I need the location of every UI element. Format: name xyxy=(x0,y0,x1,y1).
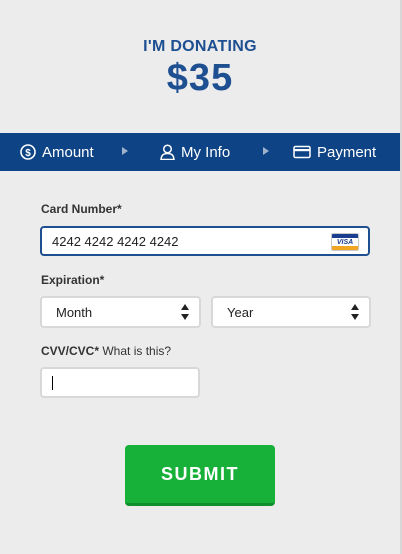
card-number-label: Card Number* xyxy=(41,202,122,216)
text-cursor xyxy=(52,376,53,390)
cvv-help-link[interactable]: What is this? xyxy=(102,344,171,358)
visa-card-icon: VISA xyxy=(331,233,359,251)
step-amount-label: Amount xyxy=(42,143,94,161)
step-my-info-label: My Info xyxy=(181,143,231,161)
donation-heading: I'M DONATING xyxy=(143,38,257,55)
dollar-circle-icon: $ xyxy=(20,144,36,160)
step-my-info[interactable]: My Info xyxy=(160,144,230,161)
month-value: Month xyxy=(56,305,93,320)
step-separator-icon xyxy=(263,147,269,155)
expiration-year-select[interactable]: Year xyxy=(211,296,371,328)
select-arrows-icon xyxy=(181,304,190,320)
step-separator-icon xyxy=(122,147,128,155)
cvv-input[interactable] xyxy=(40,367,200,398)
card-number-input[interactable]: 4242 4242 4242 4242 VISA xyxy=(40,226,370,256)
credit-card-icon xyxy=(293,145,311,159)
person-icon xyxy=(160,144,175,160)
donation-form-page: I'M DONATING $35 $ Amount My Info Paymen… xyxy=(0,0,402,554)
select-arrows-icon xyxy=(351,304,360,320)
step-payment[interactable]: Payment xyxy=(293,144,376,161)
expiration-month-select[interactable]: Month xyxy=(40,296,201,328)
submit-button[interactable]: SUBMIT xyxy=(125,445,275,506)
cvv-label-row: CVV/CVC* What is this? xyxy=(41,344,171,358)
expiration-label: Expiration* xyxy=(41,273,105,287)
year-value: Year xyxy=(227,305,254,320)
donation-amount: $35 xyxy=(166,57,234,99)
donation-header: I'M DONATING $35 xyxy=(0,38,400,98)
step-payment-label: Payment xyxy=(317,143,377,161)
cvv-label: CVV/CVC* xyxy=(41,344,100,358)
step-amount[interactable]: $ Amount xyxy=(20,144,94,161)
card-number-value: 4242 4242 4242 4242 xyxy=(52,234,179,249)
progress-steps-bar: $ Amount My Info Payment xyxy=(0,133,400,171)
svg-text:$: $ xyxy=(25,148,31,159)
